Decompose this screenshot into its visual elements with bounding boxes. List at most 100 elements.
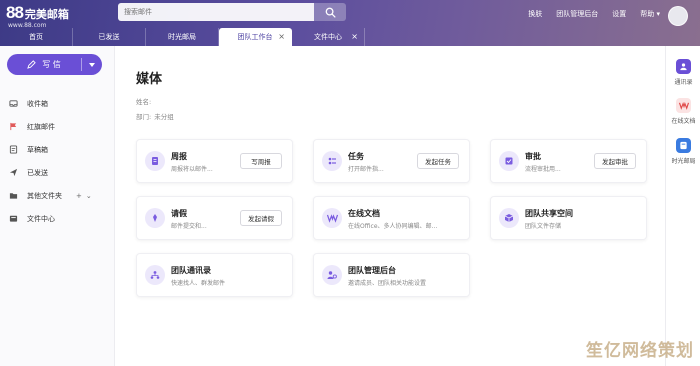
dept-row: 部门: 未分组 <box>136 111 174 121</box>
sidebar-item-label: 文件中心 <box>27 214 55 223</box>
sidebar-item-file-center[interactable]: 文件中心 <box>0 207 115 230</box>
avatar[interactable] <box>668 6 688 26</box>
compose-label: 写 信 <box>42 60 61 69</box>
contacts-icon <box>145 265 165 285</box>
add-folder-icon[interactable]: + <box>76 192 82 200</box>
card-approval[interactable]: 审批 流程审批用... 发起审批 <box>490 139 647 183</box>
task-icon <box>322 151 342 171</box>
rightbar-time-post[interactable]: 时光邮局 <box>666 138 700 165</box>
card-title: 任务 <box>348 152 364 161</box>
card-task[interactable]: 任务 打开邮件指... 发起任务 <box>313 139 470 183</box>
flag-icon <box>9 122 18 131</box>
tab-label: 已发送 <box>98 33 120 41</box>
cloud-icon <box>499 208 519 228</box>
name-row: 姓名: <box>136 96 151 106</box>
sidebar-item-flagged[interactable]: 红旗邮件 <box>0 115 115 138</box>
card-desc: 打开邮件指... <box>348 166 384 173</box>
right-toolbar: 通讯录 在线文档 时光邮局 <box>665 46 700 366</box>
send-icon <box>9 168 18 177</box>
card-desc: 流程审批用... <box>525 166 561 173</box>
tab-home[interactable]: 首页 <box>0 28 73 46</box>
card-title: 团队管理后台 <box>348 266 396 275</box>
rightbar-contacts[interactable]: 通讯录 <box>666 59 700 86</box>
card-title: 请假 <box>171 209 187 218</box>
search-input[interactable] <box>118 3 314 21</box>
sidebar: 写 信 收件箱 红旗邮件 草稿箱 已发送 其他文件夹 + ⌄ 文件中心 <box>0 46 115 366</box>
close-icon[interactable]: × <box>278 32 285 41</box>
name-label: 姓名: <box>136 98 152 106</box>
sidebar-item-label: 其他文件夹 <box>27 191 62 200</box>
sidebar-item-label: 红旗邮件 <box>27 122 55 131</box>
mailbox-icon <box>676 138 691 153</box>
card-team-admin[interactable]: 团队管理后台 邀请成员、团队相关功能设置 <box>313 253 470 297</box>
tab-label: 团队工作台 <box>237 33 273 41</box>
card-leave[interactable]: 请假 邮件提交和... 发起请假 <box>136 196 293 240</box>
report-icon <box>145 151 165 171</box>
card-desc: 团队文件存储 <box>525 223 562 230</box>
start-task-button[interactable]: 发起任务 <box>417 153 459 169</box>
page-title: 媒体 <box>136 72 163 87</box>
folder-nav: 收件箱 红旗邮件 草稿箱 已发送 其他文件夹 + ⌄ 文件中心 <box>0 92 115 230</box>
start-approval-button[interactable]: 发起审批 <box>594 153 636 169</box>
file-icon <box>9 214 18 223</box>
card-title: 周报 <box>171 152 187 161</box>
write-report-button[interactable]: 写周报 <box>240 153 282 169</box>
card-online-doc[interactable]: 在线文档 在线Office、多人协同编辑、邮... <box>313 196 470 240</box>
contacts-icon <box>676 59 691 74</box>
sidebar-item-inbox[interactable]: 收件箱 <box>0 92 115 115</box>
logo[interactable]: 88 完美邮箱 www.88.com <box>6 3 69 29</box>
help-link[interactable]: 帮助 ▾ <box>640 9 660 19</box>
sidebar-item-label: 已发送 <box>27 168 48 177</box>
tab-label: 文件中心 <box>314 33 342 41</box>
compose-button[interactable]: 写 信 <box>7 54 102 75</box>
card-title: 审批 <box>525 152 541 161</box>
pen-icon <box>27 60 36 69</box>
start-leave-button[interactable]: 发起请假 <box>240 210 282 226</box>
inbox-icon <box>9 99 18 108</box>
sidebar-item-drafts[interactable]: 草稿箱 <box>0 138 115 161</box>
tab-team-workbench[interactable]: 团队工作台 × <box>219 28 292 46</box>
card-weekly-report[interactable]: 周报 周报将以邮件... 写周报 <box>136 139 293 183</box>
tab-label: 首页 <box>29 33 43 41</box>
header-links: 换肤 团队管理后台 设置 帮助 ▾ <box>514 9 660 19</box>
sidebar-item-sent[interactable]: 已发送 <box>0 161 115 184</box>
rightbar-label: 通讯录 <box>674 79 693 86</box>
sidebar-item-other-folders[interactable]: 其他文件夹 + ⌄ <box>0 184 115 207</box>
logo-brand: 88 <box>6 3 24 22</box>
rightbar-label: 在线文档 <box>671 118 696 125</box>
dept-value: 未分组 <box>154 113 174 121</box>
tab-time-post[interactable]: 时光邮局 <box>146 28 219 46</box>
card-desc: 快速找人、群发邮件 <box>171 280 226 287</box>
skin-link[interactable]: 换肤 <box>528 9 542 19</box>
rightbar-online-doc[interactable]: 在线文档 <box>666 98 700 125</box>
card-title: 团队通讯录 <box>171 266 211 275</box>
card-desc: 邮件提交和... <box>171 223 207 230</box>
main-content: 媒体 姓名: 部门: 未分组 周报 周报将以邮件... 写周报 任务 打开邮件指.… <box>116 46 664 366</box>
watermark: 笙亿网络策划 <box>586 341 694 361</box>
search-bar <box>118 3 346 21</box>
team-admin-link[interactable]: 团队管理后台 <box>556 9 598 19</box>
tab-label: 时光邮局 <box>168 33 196 41</box>
admin-icon <box>322 265 342 285</box>
card-shared-space[interactable]: 团队共享空间 团队文件存储 <box>490 196 647 240</box>
compose-main[interactable]: 写 信 <box>7 59 81 70</box>
card-desc: 周报将以邮件... <box>171 166 213 173</box>
card-desc: 在线Office、多人协同编辑、邮... <box>348 223 438 230</box>
settings-link[interactable]: 设置 <box>612 9 626 19</box>
compose-dropdown[interactable] <box>82 62 102 67</box>
doc-icon <box>676 98 691 113</box>
dept-label: 部门: <box>136 113 152 121</box>
approval-icon <box>499 151 519 171</box>
search-button[interactable] <box>314 3 346 21</box>
chevron-down-icon[interactable]: ⌄ <box>86 192 92 200</box>
close-icon[interactable]: × <box>351 32 358 41</box>
tab-sent[interactable]: 已发送 <box>73 28 146 46</box>
card-title: 在线文档 <box>348 209 380 218</box>
search-icon <box>325 7 336 18</box>
card-team-contacts[interactable]: 团队通讯录 快速找人、群发邮件 <box>136 253 293 297</box>
tab-file-center[interactable]: 文件中心 × <box>292 28 365 46</box>
leave-icon <box>145 208 165 228</box>
sidebar-item-label: 收件箱 <box>27 99 48 108</box>
logo-name: 完美邮箱 <box>24 8 69 21</box>
doc-icon <box>322 208 342 228</box>
